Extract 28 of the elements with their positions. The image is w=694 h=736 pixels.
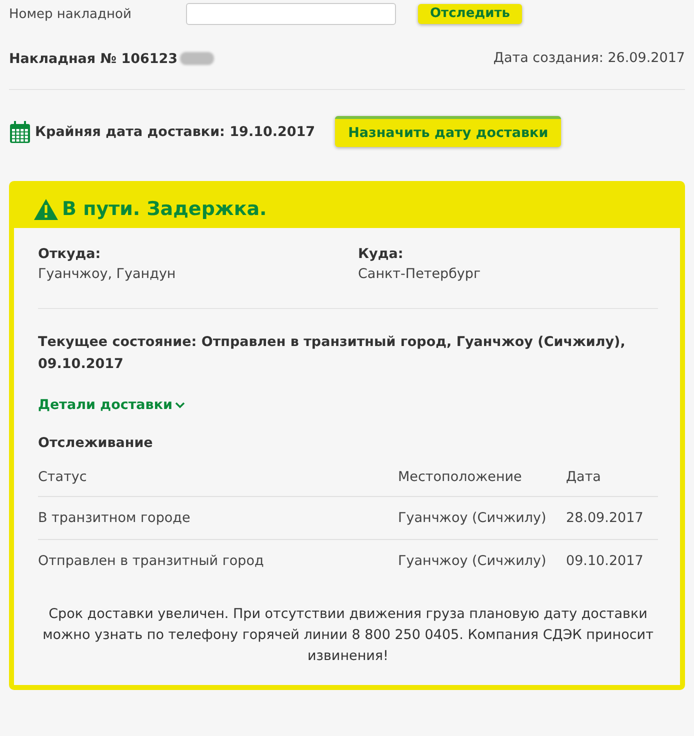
schedule-delivery-button[interactable]: Назначить дату доставки [335,116,562,147]
invoice-input-field[interactable] [186,3,396,25]
to-city: Санкт-Петербург [358,266,482,282]
column-header: Дата [566,457,658,496]
delay-notice: Срок доставки увеличен. При отсутствии движения груза плановую дату доставки можно узнать по телефону горячей линии 8 800 250 0405. Компания СДЭК приносит извинения! [42,605,654,666]
from-city: Гуанчжоу, Гуандун [38,266,177,282]
column-header: Местоположение [398,457,566,496]
table-cell: В транзитном городе [38,496,398,540]
tracking-heading: Отслеживание [38,435,154,451]
column-header: Статус [38,457,398,496]
table-cell: Гуанчжоу (Сичжилу) [398,540,566,582]
chevron-icon [175,402,186,408]
status-title: В пути. Задержка. [62,198,267,220]
field-label: Номер накладной [9,6,132,22]
calendar-icon [9,120,31,144]
delivery-deadline: Крайняя дата доставки: 19.10.2017 [35,124,316,140]
table-cell: 09.10.2017 [566,540,658,582]
creation-date: Дата создания: 26.09.2017 [493,50,685,66]
to-label: Куда: [358,246,404,262]
warning-icon [34,198,58,220]
invoice-number: Накладная № 106123 [9,51,178,67]
table-cell: Отправлен в транзитный город [38,540,398,582]
current-status: Текущее состояние: Отправлен в транзитный город, Гуанчжоу (Сичжилу), 09.10.2017 [38,333,626,374]
from-label: Откуда: [38,246,102,262]
table-cell: 28.09.2017 [566,496,658,540]
delivery-details-link[interactable]: Детали доставки [38,397,186,413]
table-cell: Гуанчжоу (Сичжилу) [398,496,566,540]
track-button[interactable]: Отследить [418,4,522,24]
